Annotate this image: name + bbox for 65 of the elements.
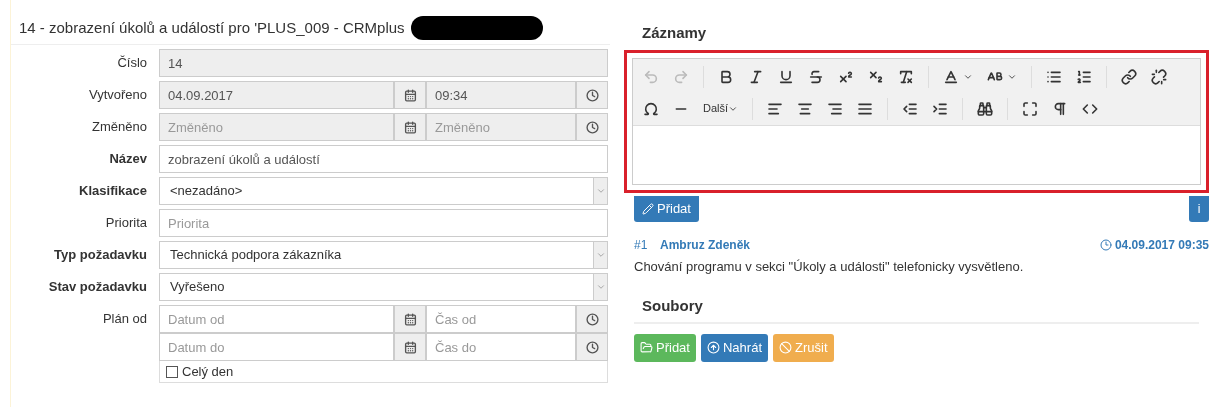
omega-icon[interactable] (643, 100, 659, 117)
field-label: Změněno (92, 118, 147, 137)
date-field[interactable]: Změněno (159, 113, 394, 141)
field-label: Plán od (102, 310, 147, 329)
author-link[interactable]: Ambruz Zdeněk (660, 235, 750, 254)
numbered-list-icon[interactable] (1076, 68, 1092, 85)
date-field[interactable]: Datum do (159, 333, 394, 361)
italic-icon[interactable] (748, 68, 764, 85)
entry-text: Chování programu v sekci "Úkoly a události" telefonicky vysvětleno. (634, 258, 1024, 274)
field-label: Priorita (105, 214, 147, 233)
calendar-icon[interactable] (403, 340, 417, 354)
field-label: Vytvořeno (88, 86, 147, 105)
checkbox[interactable] (166, 365, 178, 378)
calendar-icon[interactable] (403, 312, 417, 326)
time-field[interactable]: Čas od (426, 305, 576, 333)
time-field[interactable]: Čas do (426, 333, 576, 361)
section-title: Soubory (642, 296, 703, 314)
calendar-icon[interactable] (403, 88, 417, 102)
dropdown-field[interactable]: <nezadáno> (159, 177, 608, 205)
date-field[interactable]: 04.09.2017 (159, 81, 394, 109)
text-field[interactable]: zobrazení úkolů a událostí (159, 145, 608, 173)
checkbox-label: Celý den (182, 362, 234, 381)
time-field[interactable]: Změněno (426, 113, 576, 141)
text-color-icon[interactable] (943, 68, 959, 85)
field-label: Název (109, 150, 147, 169)
strikethrough-icon[interactable] (808, 68, 824, 85)
entry-time: 04.09.2017 09:35 (1114, 236, 1209, 254)
info-button[interactable]: i (1189, 195, 1209, 222)
unlink-icon[interactable] (1151, 68, 1167, 85)
date-field[interactable]: Datum od (159, 305, 394, 333)
more-dropdown[interactable]: Další (703, 100, 739, 117)
upload-icon (706, 341, 720, 354)
entry-number: #1 (634, 236, 649, 254)
folder-icon (640, 341, 653, 354)
clock-icon[interactable] (585, 340, 599, 354)
pencil-icon (642, 202, 654, 215)
text-field[interactable]: 14 (159, 49, 608, 77)
text-field[interactable]: Priorita (159, 209, 608, 237)
binoculars-icon[interactable] (977, 100, 994, 117)
clock-icon (1099, 238, 1112, 251)
dropdown-field[interactable]: Technická podpora zákazníka (159, 241, 608, 269)
field-label: Typ požadavku (54, 246, 147, 265)
rich-text-editor[interactable]: Další (632, 57, 1201, 185)
dropdown-field[interactable]: Vyřešeno (159, 273, 608, 301)
add-button[interactable]: Přidat (634, 195, 699, 222)
form-title: 14 - zobrazení úkolů a událostí pro 'PLUS_009 - CRMplus (19, 17, 405, 38)
clock-icon[interactable] (585, 120, 599, 134)
section-title: Záznamy (641, 23, 708, 43)
caret-icon (595, 250, 606, 260)
time-field[interactable]: 09:34 (426, 81, 576, 109)
maximize-icon[interactable] (1022, 100, 1039, 117)
field-label: Klasifikace (79, 182, 147, 201)
link-icon[interactable] (1121, 68, 1137, 85)
field-label: Číslo (117, 54, 147, 73)
caret-icon (595, 186, 606, 196)
clock-icon[interactable] (585, 88, 599, 102)
caret-icon (595, 282, 606, 292)
calendar-icon[interactable] (403, 120, 417, 134)
upload-button[interactable]: Nahrát (700, 333, 768, 362)
field-label: Stav požadavku (48, 278, 147, 297)
clock-icon[interactable] (585, 312, 599, 326)
ban-icon (779, 341, 792, 354)
underline-icon[interactable] (778, 68, 794, 85)
bold-icon[interactable] (718, 68, 734, 85)
clear-format-icon[interactable] (898, 68, 914, 85)
